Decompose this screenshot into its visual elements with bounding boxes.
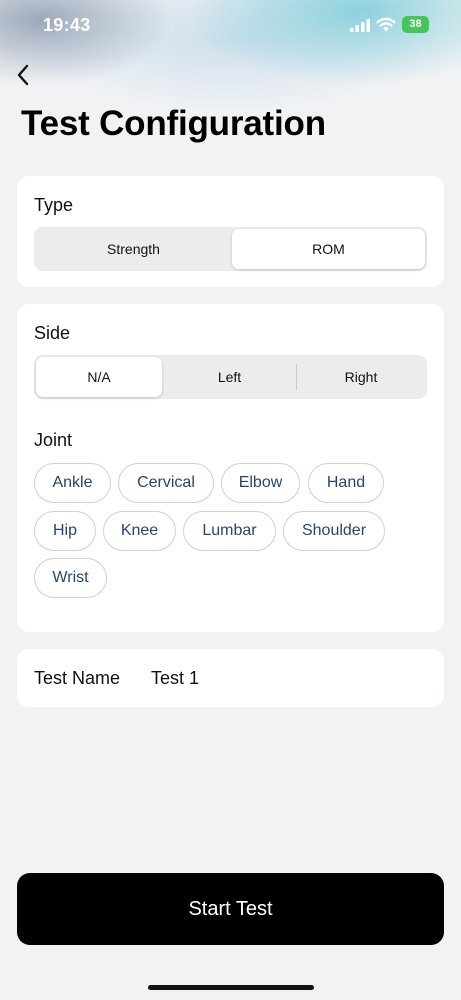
test-name-card[interactable]: Test Name Test 1 (17, 649, 444, 707)
side-option-na[interactable]: N/A (36, 357, 162, 397)
side-option-left[interactable]: Left (164, 357, 295, 397)
type-option-rom[interactable]: ROM (232, 229, 425, 269)
home-indicator (148, 985, 314, 990)
joint-chip-cervical[interactable]: Cervical (118, 463, 214, 503)
back-button[interactable] (8, 60, 38, 90)
status-time: 19:43 (43, 15, 91, 35)
screen: 19:43 38 Test Configuration Type Strengt… (0, 0, 461, 1000)
battery-icon: 38 (402, 16, 432, 33)
joint-chip-elbow[interactable]: Elbow (221, 463, 300, 503)
start-test-button[interactable]: Start Test (17, 873, 444, 945)
side-label: Side (34, 323, 71, 343)
status-bar: 19:43 38 (0, 0, 461, 50)
page-title: Test Configuration (21, 104, 326, 143)
joint-chip-hand[interactable]: Hand (308, 463, 384, 503)
type-label: Type (34, 195, 74, 215)
side-segmented-control: N/A Left Right (34, 355, 427, 399)
type-option-strength[interactable]: Strength (36, 229, 231, 269)
wifi-icon (376, 17, 396, 32)
test-name-field[interactable]: Test 1 (151, 668, 199, 689)
type-card: Type Strength ROM (17, 176, 444, 287)
type-segmented-control: Strength ROM (34, 227, 427, 271)
side-joint-card: Side N/A Left Right Joint Ankle Cervical… (17, 304, 444, 632)
chevron-left-icon (17, 64, 29, 86)
joint-chip-ankle[interactable]: Ankle (34, 463, 111, 503)
joint-label: Joint (34, 430, 73, 450)
signal-icon (350, 19, 370, 32)
joint-chip-hip[interactable]: Hip (34, 511, 96, 551)
test-name-label: Test Name (34, 668, 121, 688)
joint-chip-knee[interactable]: Knee (103, 511, 176, 551)
joint-chip-wrist[interactable]: Wrist (34, 558, 107, 598)
joint-chip-shoulder[interactable]: Shoulder (283, 511, 385, 551)
side-option-right[interactable]: Right (297, 357, 425, 397)
battery-cap (430, 22, 432, 27)
joint-chip-lumbar[interactable]: Lumbar (183, 511, 276, 551)
battery-level: 38 (409, 18, 422, 30)
